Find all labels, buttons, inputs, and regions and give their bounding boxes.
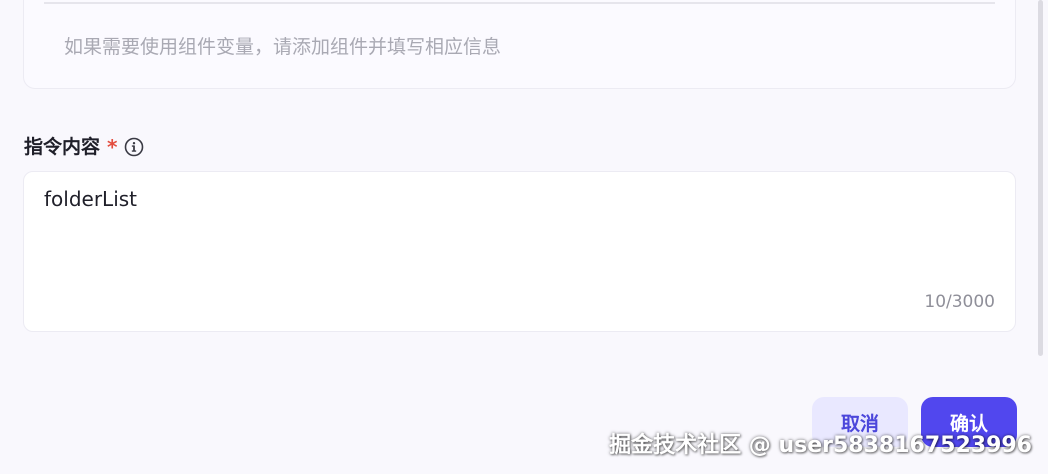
character-count: 10/3000 — [924, 292, 995, 312]
info-circle-icon[interactable] — [124, 137, 144, 157]
cancel-button[interactable]: 取消 — [812, 397, 908, 447]
confirm-button[interactable]: 确认 — [921, 397, 1017, 447]
panel-divider — [44, 2, 995, 4]
scrollbar-thumb[interactable] — [1038, 0, 1043, 356]
instruction-textarea[interactable]: folderList 10/3000 — [23, 171, 1016, 332]
instruction-label: 指令内容 — [24, 136, 101, 158]
component-variables-panel: 如果需要使用组件变量，请添加组件并填写相应信息 — [23, 0, 1016, 89]
instruction-label-row: 指令内容 * — [24, 134, 144, 160]
instruction-value[interactable]: folderList — [44, 186, 137, 212]
required-mark: * — [107, 135, 118, 159]
variables-hint-text: 如果需要使用组件变量，请添加组件并填写相应信息 — [64, 36, 502, 58]
